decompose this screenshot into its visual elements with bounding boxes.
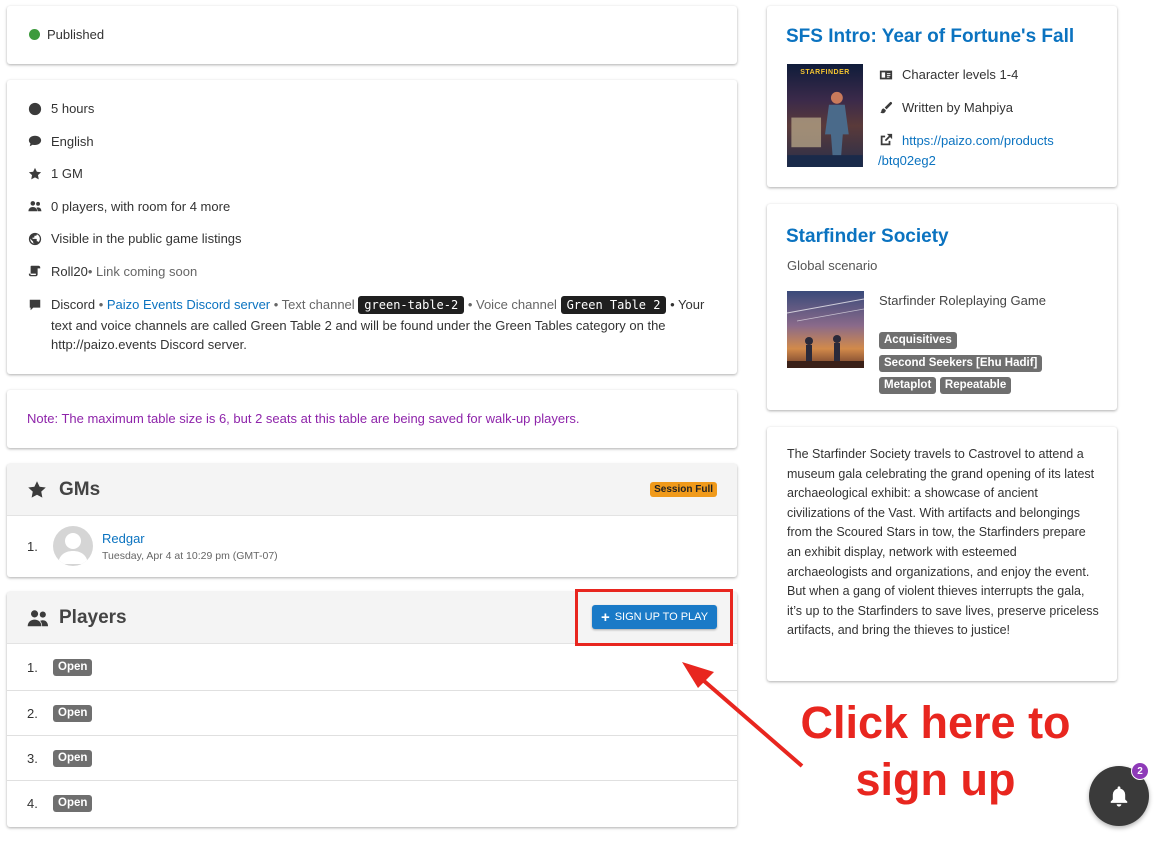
gm-name-link[interactable]: Redgar xyxy=(102,531,145,546)
description-card: The Starfinder Society travels to Castro… xyxy=(767,427,1117,681)
players-title: Players xyxy=(59,606,127,628)
product-url-link-continued[interactable]: /btq02eg2 xyxy=(878,151,1054,171)
open-slot-badge: Open xyxy=(53,704,93,722)
slot-number: 4. xyxy=(27,795,38,811)
external-link-icon xyxy=(878,132,894,148)
open-slot-badge: Open xyxy=(53,749,93,767)
player-slot: 1. Open xyxy=(7,644,737,690)
bell-icon xyxy=(1110,786,1128,807)
users-icon xyxy=(27,607,49,629)
scenario-description: The Starfinder Society travels to Castro… xyxy=(787,447,1099,638)
tag-badge: Acquisitives xyxy=(879,332,957,349)
slot-number: 2. xyxy=(27,705,38,721)
gms-card: GMs Session Full 1. Redgar Tuesday, Apr … xyxy=(7,464,737,577)
character-levels: Character levels 1-4 xyxy=(902,67,1019,82)
note-card: Note: The maximum table size is 6, but 2… xyxy=(7,390,737,448)
player-slot: 2. Open xyxy=(7,690,737,735)
cover-title-text: STARFINDER xyxy=(800,69,850,76)
globe-icon xyxy=(27,231,43,247)
player-slot: 3. Open xyxy=(7,735,737,780)
avatar[interactable] xyxy=(53,526,93,566)
text-channel-code: green-table-2 xyxy=(358,296,465,314)
voice-channel-code: Green Table 2 xyxy=(560,296,667,314)
campaign-cover xyxy=(787,291,864,368)
adventure-cover: STARFINDER xyxy=(787,64,863,167)
notification-count-badge: 2 xyxy=(1131,762,1149,780)
adventure-card: SFS Intro: Year of Fortune's Fall STARFI… xyxy=(767,6,1117,187)
language-text: English xyxy=(51,133,94,149)
product-url-link[interactable]: https://paizo.com/products xyxy=(902,131,1054,151)
annotation-line-1: Click here to xyxy=(800,697,1071,748)
annotation-text: Click here to sign up xyxy=(778,694,1093,808)
tag-badge: Repeatable xyxy=(939,377,1012,394)
gms-header: GMs Session Full xyxy=(7,464,737,516)
campaign-card: Starfinder Society Global scenario Starf… xyxy=(767,204,1117,410)
sign-up-label: SIGN UP TO PLAY xyxy=(614,611,709,623)
gm-number: 1. xyxy=(27,538,38,554)
gm-row: 1. Redgar Tuesday, Apr 4 at 10:29 pm (GM… xyxy=(7,516,737,576)
vtt-note: • Link coming soon xyxy=(87,263,198,279)
discord-label: Discord xyxy=(51,297,96,312)
author-text: Written by Mahpiya xyxy=(902,100,1014,115)
text-channel-label: • Text channel xyxy=(270,297,359,312)
published-status-dot xyxy=(29,29,40,40)
users-icon xyxy=(27,198,43,214)
duration-text: 5 hours xyxy=(51,101,95,116)
discord-icon xyxy=(27,297,43,313)
annotation-line-2: sign up xyxy=(855,754,1016,805)
product-url-line-1: https://paizo.com/products xyxy=(902,133,1054,148)
star-icon xyxy=(27,166,43,182)
gm-signup-time: Tuesday, Apr 4 at 10:29 pm (GMT-07) xyxy=(102,549,278,562)
gms-title: GMs xyxy=(59,478,101,500)
open-slot-badge: Open xyxy=(53,658,93,676)
discord-server-link[interactable]: Paizo Events Discord server xyxy=(107,297,270,312)
status-card: Published xyxy=(7,6,737,64)
game-system: Starfinder Roleplaying Game xyxy=(879,293,1046,308)
slot-number: 1. xyxy=(27,659,38,675)
status-label: Published xyxy=(47,27,105,42)
session-full-badge: Session Full xyxy=(650,482,717,497)
scroll-icon xyxy=(27,263,43,279)
tag-badge: Second Seekers [Ehu Hadif] xyxy=(879,354,1043,372)
clock-icon xyxy=(27,101,43,117)
paintbrush-icon xyxy=(878,100,894,116)
players-count-text: 0 players, with room for 4 more xyxy=(51,198,231,214)
star-icon xyxy=(27,480,47,500)
voice-channel-label: • Voice channel xyxy=(464,297,561,312)
details-card: 5 hours English 1 GM 0 players, with roo… xyxy=(7,80,737,374)
walkup-note: Note: The maximum table size is 6, but 2… xyxy=(27,411,580,426)
vtt-name: Roll20 xyxy=(51,263,88,279)
id-card-icon xyxy=(878,67,894,83)
separator: • xyxy=(95,297,107,312)
campaign-title[interactable]: Starfinder Society xyxy=(786,226,949,248)
sign-up-to-play-button[interactable]: + SIGN UP TO PLAY xyxy=(592,605,717,629)
player-slot: 4. Open xyxy=(7,780,737,825)
speech-bubble-icon xyxy=(27,133,43,149)
slot-number: 3. xyxy=(27,750,38,766)
campaign-subtitle: Global scenario xyxy=(787,258,878,273)
adventure-title[interactable]: SFS Intro: Year of Fortune's Fall xyxy=(786,26,1074,48)
open-slot-badge: Open xyxy=(53,794,93,812)
plus-icon: + xyxy=(600,608,610,626)
tag-badge: Metaplot xyxy=(879,377,937,394)
gm-count-text: 1 GM xyxy=(51,166,83,181)
visibility-text: Visible in the public game listings xyxy=(51,231,242,246)
